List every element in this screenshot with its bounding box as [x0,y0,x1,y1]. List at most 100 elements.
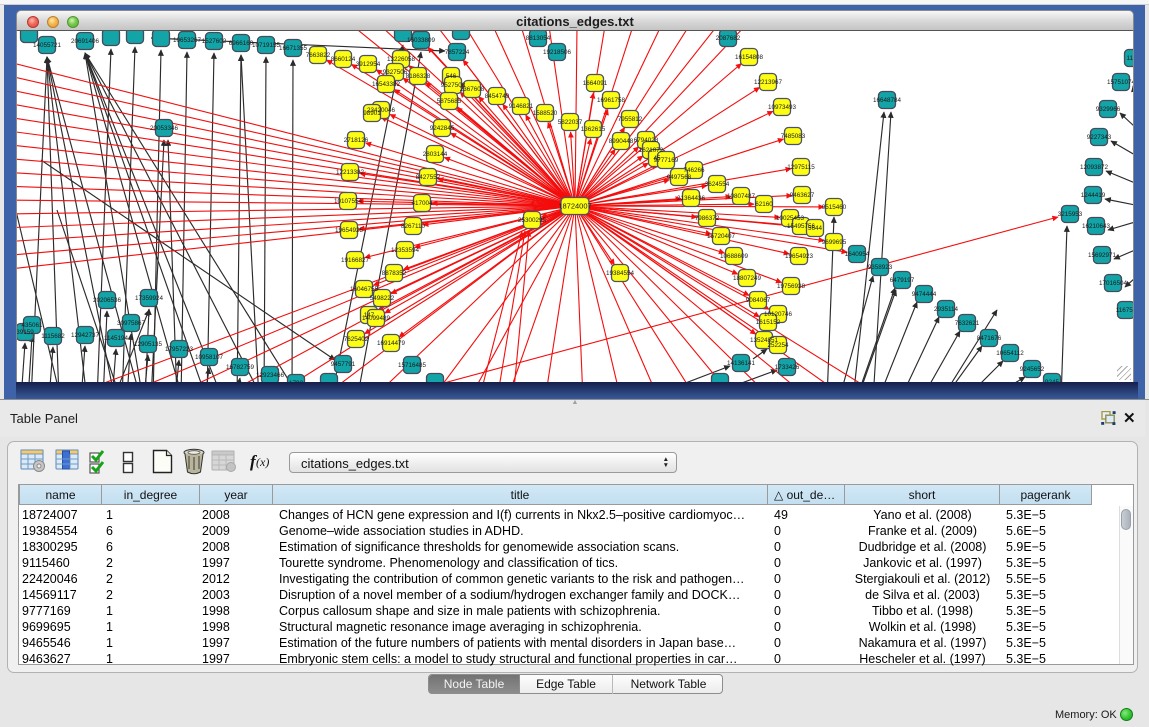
svg-text:12975115: 12975115 [787,164,815,171]
svg-text:8427552: 8427552 [416,174,441,181]
svg-text:16210643: 16210643 [1082,223,1111,230]
svg-text:9777169: 9777169 [654,157,679,164]
svg-text:252254: 252254 [767,342,789,349]
svg-text:18724007: 18724007 [558,202,591,211]
svg-text:62160: 62160 [755,201,773,208]
svg-text:16914479: 16914479 [377,340,406,347]
svg-text:16671355: 16671355 [279,45,308,52]
svg-text:10719155: 10719155 [252,42,281,49]
svg-text:19166827: 19166827 [341,257,370,264]
svg-text:10807487: 10807487 [727,193,756,200]
svg-text:1145194: 1145194 [104,335,129,342]
svg-text:25300295: 25300295 [518,217,547,224]
svg-text:12093872: 12093872 [1080,164,1109,171]
svg-text:19654923: 19654923 [785,253,814,260]
svg-text:12213382: 12213382 [336,169,365,176]
svg-text:1527602: 1527602 [202,38,227,45]
svg-text:8990448: 8990448 [609,138,634,145]
svg-text:6966160: 6966160 [229,40,254,47]
svg-text:12353594: 12353594 [391,247,420,254]
svg-text:10958107: 10958107 [195,354,224,361]
svg-text:2718126: 2718126 [344,137,369,144]
svg-text:9084067: 9084067 [746,297,771,304]
svg-text:1615152: 1615152 [756,319,781,326]
svg-text:14136141: 14136141 [727,360,756,367]
svg-text:16782759: 16782759 [226,364,255,371]
svg-text:10688609: 10688609 [720,253,749,260]
svg-text:17957223: 17957223 [165,346,194,353]
svg-text:16154808: 16154808 [735,54,764,61]
svg-text:13226058: 13226058 [387,56,416,63]
svg-text:12942737: 12942737 [71,332,100,339]
svg-text:2935114: 2935114 [934,306,959,313]
svg-text:1117: 1117 [1126,55,1134,62]
svg-text:5822037: 5822037 [558,119,583,126]
svg-text:10973493: 10973493 [768,104,797,111]
svg-text:10653267: 10653267 [173,37,202,44]
svg-text:1244419: 1244419 [1081,192,1106,199]
svg-text:14055721: 14055721 [33,42,62,49]
svg-text:20206536: 20206536 [93,297,122,304]
svg-text:7986372: 7986372 [695,215,720,222]
svg-text:17016504: 17016504 [1099,280,1128,287]
svg-text:1664091: 1664091 [583,80,608,87]
svg-text:5875685: 5875685 [437,98,462,105]
svg-text:16961758: 16961758 [597,97,626,104]
svg-text:12923466: 12923466 [256,372,285,379]
svg-text:1792: 1792 [289,380,304,382]
svg-text:10107554: 10107554 [334,198,363,205]
svg-text:417004: 417004 [411,200,433,207]
svg-text:19218506: 19218506 [543,49,572,56]
svg-text:16543382: 16543382 [372,81,401,88]
svg-text:9329966: 9329966 [1096,106,1121,113]
svg-text:9245652: 9245652 [1020,366,1045,373]
svg-text:1588520: 1588520 [533,110,558,117]
svg-text:9245: 9245 [1045,379,1060,382]
svg-text:3912954: 3912954 [356,61,381,68]
svg-text:5498222: 5498222 [370,295,395,302]
svg-text:19654925: 19654925 [335,227,364,234]
svg-text:18807249: 18807249 [733,275,762,282]
svg-text:2803144: 2803144 [423,151,448,158]
svg-text:1362615: 1362615 [581,126,606,133]
svg-text:16033809: 16033809 [407,37,436,44]
svg-text:9474444: 9474444 [912,291,937,298]
svg-text:546: 546 [446,73,457,80]
svg-text:1640954: 1640954 [845,251,870,258]
svg-text:9699695: 9699695 [822,239,847,246]
svg-text:8186328: 8186328 [406,73,431,80]
svg-text:1621072: 1621072 [639,147,664,154]
svg-text:10654112: 10654112 [996,350,1024,357]
svg-text:9242845: 9242845 [430,125,455,132]
svg-text:17359924: 17359924 [135,295,164,302]
svg-text:15751074: 15751074 [1107,79,1134,86]
svg-text:7632621: 7632621 [955,320,980,327]
svg-text:10120746: 10120746 [764,311,793,318]
svg-text:9515460: 9515460 [822,204,847,211]
svg-text:6794028: 6794028 [634,137,659,144]
svg-text:(x): (x) [256,455,269,469]
svg-text:19756928: 19756928 [777,283,806,290]
svg-text:12213967: 12213967 [754,79,783,86]
svg-text:6479197: 6479197 [890,277,915,284]
svg-text:8660124: 8660124 [331,56,356,63]
svg-text:30975867: 30975867 [117,320,146,327]
svg-text:3624554: 3624554 [705,181,730,188]
svg-text:20053346: 20053346 [150,125,179,132]
svg-text:435061: 435061 [21,322,43,329]
svg-text:9457791: 9457791 [331,361,356,368]
svg-text:7625402: 7625402 [344,336,369,343]
svg-text:9227343: 9227343 [1087,134,1112,141]
svg-text:3215953: 3215953 [1058,211,1083,218]
svg-text:8471676: 8471676 [977,335,1002,342]
svg-text:8813054: 8813054 [526,35,551,42]
svg-text:16046755: 16046755 [350,286,379,293]
svg-text:14099489: 14099489 [362,315,391,322]
svg-text:116753: 116753 [1116,307,1134,314]
svg-text:746266: 746266 [683,167,705,174]
svg-text:19384554: 19384554 [606,270,635,277]
svg-text:6497568: 6497568 [667,174,692,181]
svg-text:7955812: 7955812 [618,116,643,123]
svg-text:8267110: 8267110 [401,223,426,230]
svg-text:21364436: 21364436 [677,195,706,202]
